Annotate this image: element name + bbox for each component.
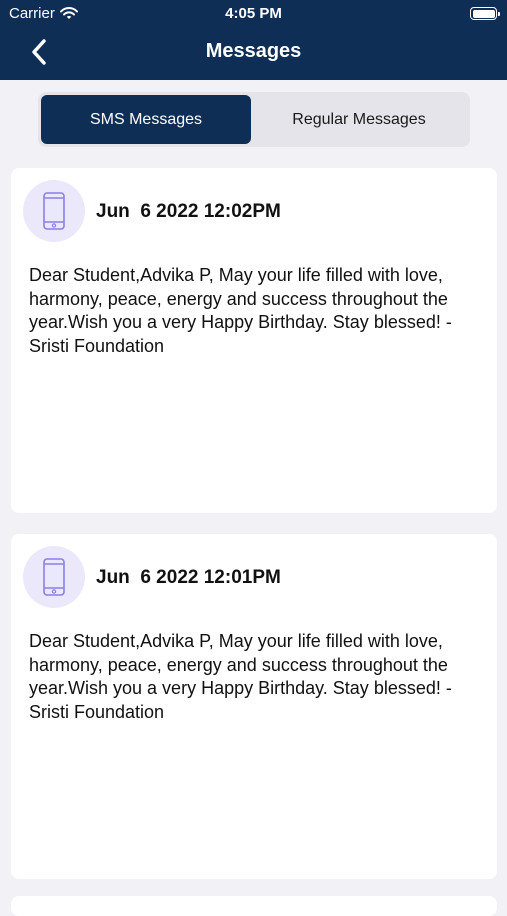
- message-date: Jun 6 2022 12:01PM: [96, 567, 281, 588]
- message-card-partial: [11, 896, 497, 916]
- nav-header: Carrier 4:05 PM Messages: [0, 0, 507, 80]
- message-card[interactable]: Jun 6 2022 12:01PM Dear Student,Advika P…: [11, 534, 497, 879]
- phone-icon: [43, 558, 65, 596]
- page-title: Messages: [205, 40, 302, 62]
- message-avatar: [23, 546, 85, 608]
- status-time: 4:05 PM: [225, 5, 282, 22]
- status-bar: Carrier 4:05 PM: [0, 0, 507, 28]
- message-avatar: [23, 180, 85, 242]
- message-body: Dear Student,Advika P, May your life fil…: [29, 631, 452, 722]
- phone-icon: [43, 192, 65, 230]
- message-date: Jun 6 2022 12:02PM: [96, 201, 281, 222]
- tab-sms-messages[interactable]: SMS Messages: [41, 95, 251, 144]
- battery-icon: [470, 7, 500, 20]
- tab-regular-messages[interactable]: Regular Messages: [251, 95, 467, 144]
- message-card[interactable]: Jun 6 2022 12:02PM Dear Student,Advika P…: [11, 168, 497, 513]
- message-body: Dear Student,Advika P, May your life fil…: [29, 265, 452, 356]
- message-type-segmented-control: SMS Messages Regular Messages: [38, 92, 470, 147]
